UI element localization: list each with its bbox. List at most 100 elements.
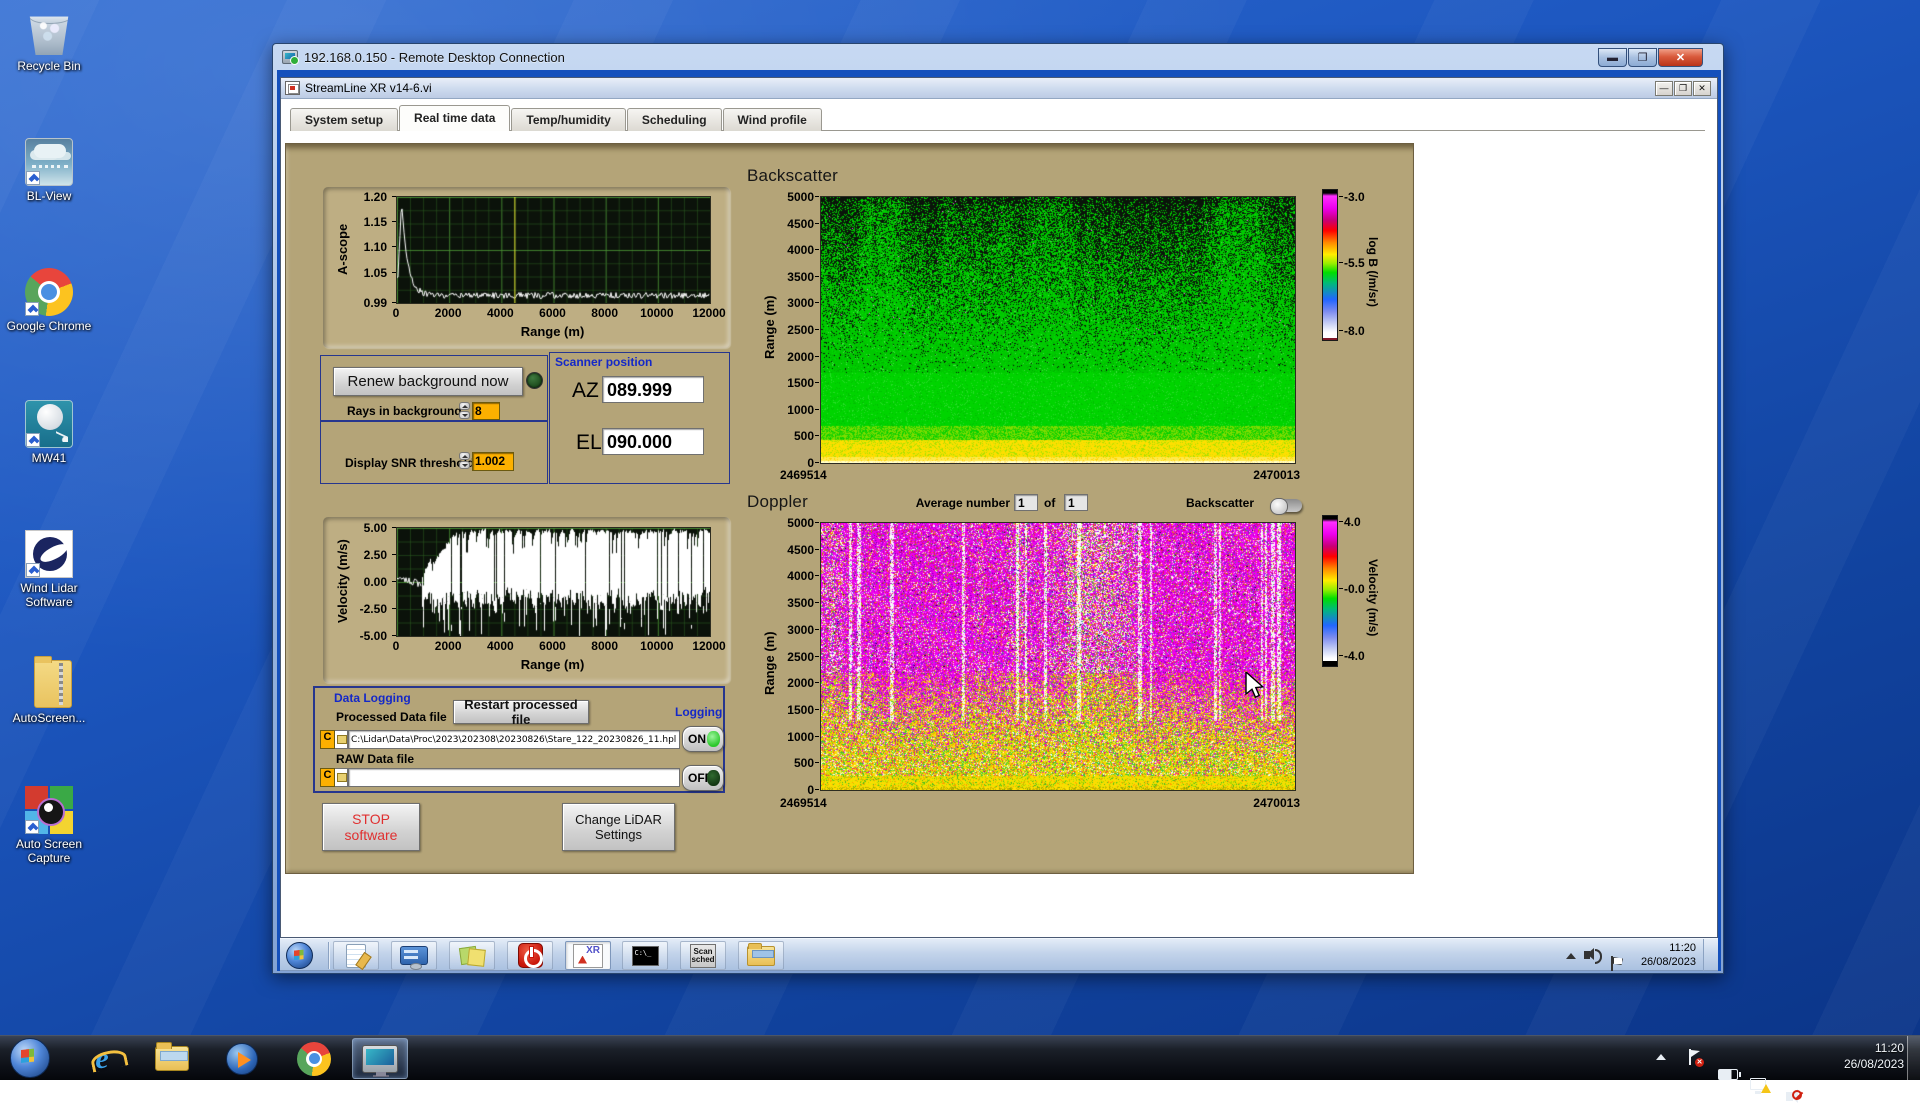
vi-client-area: System setupReal time dataTemp/humidityS… bbox=[281, 99, 1717, 937]
remote-taskbar-file-explorer[interactable] bbox=[738, 941, 784, 970]
el-label: EL bbox=[576, 431, 602, 455]
streamline-window: StreamLine XR v14-6.vi — ❐ ✕ System setu… bbox=[280, 77, 1718, 938]
remote-tray-expand-icon[interactable] bbox=[1566, 953, 1576, 959]
remote-taskbar-scan-scheduler[interactable]: Scan sched bbox=[680, 941, 726, 970]
tick-mark bbox=[815, 549, 819, 550]
backscatter-x-end: 2470013 bbox=[1200, 468, 1300, 482]
processed-browse-icon[interactable] bbox=[335, 730, 348, 749]
az-value-field[interactable]: 089.999 bbox=[602, 376, 704, 403]
restart-processed-file-button[interactable]: Restart processed file bbox=[453, 700, 589, 724]
desktop-icon-wind-lidar-software[interactable]: Wind Lidar Software bbox=[6, 530, 92, 610]
start-button[interactable] bbox=[10, 1038, 50, 1078]
remote-taskbar-power-off[interactable] bbox=[507, 941, 553, 970]
volume-muted-icon[interactable] bbox=[1786, 1092, 1793, 1101]
shortcut-arrow-icon bbox=[26, 563, 40, 577]
tab-temp-humidity[interactable]: Temp/humidity bbox=[511, 108, 625, 131]
restore-button[interactable]: ❐ bbox=[1674, 81, 1692, 96]
settings-line1: Change LiDAR bbox=[575, 812, 662, 827]
axis-tick: 1000 bbox=[770, 730, 814, 744]
shortcut-arrow-icon bbox=[25, 302, 39, 316]
doppler-heatmap-block: Range (m) 2469514 2470013 Velocity (m/s)… bbox=[732, 513, 1397, 813]
taskbar-google-chrome[interactable] bbox=[286, 1038, 342, 1079]
snr-threshold-label: Display SNR threshold bbox=[345, 456, 474, 470]
processed-path-field[interactable]: C:\Lidar\Data\Proc\2023\202308\20230826\… bbox=[348, 730, 680, 749]
sticky-notes-icon bbox=[460, 945, 484, 967]
streamline-titlebar[interactable]: StreamLine XR v14-6.vi bbox=[281, 78, 1717, 99]
taskbar-file-explorer[interactable] bbox=[144, 1038, 200, 1079]
backscatter-section-title: Backscatter bbox=[747, 166, 838, 186]
action-center-icon[interactable]: ✕ bbox=[1688, 1049, 1700, 1065]
axis-tick: 1000 bbox=[770, 403, 814, 417]
velocity-chart: Velocity (m/s) Range (m) 5.002.500.00-2.… bbox=[323, 517, 730, 683]
raw-logging-off-button[interactable]: OFF bbox=[682, 765, 724, 791]
el-value-field[interactable]: 090.000 bbox=[602, 428, 704, 455]
processed-drive-box[interactable]: C bbox=[320, 730, 335, 749]
renew-background-button[interactable]: Renew background now bbox=[333, 367, 523, 396]
raw-browse-icon[interactable] bbox=[335, 768, 348, 787]
close-button[interactable]: ✕ bbox=[1658, 48, 1703, 67]
remote-taskbar-sticky-notes[interactable] bbox=[449, 941, 495, 970]
remote-taskbar-streamline-xr[interactable]: XR bbox=[565, 941, 611, 970]
desktop-icon-recycle-bin[interactable]: Recycle Bin bbox=[6, 8, 92, 74]
remote-show-desktop-button[interactable] bbox=[1703, 939, 1718, 971]
remote-action-center-icon[interactable] bbox=[1610, 956, 1621, 971]
remote-taskbar-display-settings[interactable] bbox=[391, 941, 437, 970]
raw-drive-box[interactable]: C bbox=[320, 768, 335, 787]
snr-spinner[interactable] bbox=[459, 452, 470, 470]
raw-path-field[interactable] bbox=[348, 768, 680, 787]
desktop-icon-label: AutoScreen... bbox=[6, 712, 92, 726]
tab-scheduling[interactable]: Scheduling bbox=[627, 108, 722, 131]
scanner-position-title: Scanner position bbox=[555, 355, 652, 369]
desktop-icon-auto-screen-capture[interactable]: Auto Screen Capture bbox=[6, 786, 92, 866]
minimize-button[interactable]: ▬ bbox=[1598, 48, 1627, 67]
scan-scheduler-icon: Scan sched bbox=[690, 944, 716, 968]
tick-mark bbox=[815, 736, 819, 737]
stop-software-button[interactable]: STOP software bbox=[322, 803, 420, 851]
rdp-window-title: 192.168.0.150 - Remote Desktop Connectio… bbox=[304, 50, 565, 65]
axis-tick: 4500 bbox=[770, 217, 814, 231]
colorbar-tick: -4.0 bbox=[1344, 649, 1365, 663]
tab-system-setup[interactable]: System setup bbox=[290, 108, 398, 131]
taskbar-remote-desktop[interactable] bbox=[352, 1038, 408, 1079]
velocity-x-axis-label: Range (m) bbox=[396, 657, 709, 672]
tick-mark bbox=[1339, 262, 1343, 263]
tick-mark bbox=[1339, 521, 1343, 522]
remote-taskbar: XR C:\_ Scan sched 11:20 26/08/2023 bbox=[280, 938, 1718, 971]
axis-tick: 3000 bbox=[770, 623, 814, 637]
remote-clock[interactable]: 11:20 26/08/2023 bbox=[1626, 942, 1696, 970]
tab-wind-profile[interactable]: Wind profile bbox=[723, 108, 822, 131]
notepad-icon bbox=[346, 944, 366, 968]
rays-value-field[interactable]: 8 bbox=[472, 402, 500, 420]
taskbar-internet-explorer[interactable]: e bbox=[74, 1038, 130, 1079]
google-chrome-icon bbox=[25, 268, 73, 316]
remote-start-button[interactable] bbox=[286, 942, 313, 969]
taskbar-separator bbox=[328, 942, 329, 969]
rays-spinner[interactable] bbox=[459, 402, 470, 420]
tab-real-time-data[interactable]: Real time data bbox=[399, 105, 510, 131]
show-desktop-button[interactable] bbox=[1907, 1036, 1920, 1081]
rdp-titlebar[interactable]: 192.168.0.150 - Remote Desktop Connectio… bbox=[273, 44, 1723, 70]
remote-volume-icon[interactable] bbox=[1584, 951, 1590, 959]
backscatter-toggle[interactable] bbox=[1270, 499, 1302, 512]
desktop-icon-bl-view[interactable]: BL-View bbox=[6, 138, 92, 204]
axis-tick: 4000 bbox=[476, 639, 524, 653]
processed-logging-on-button[interactable]: ON bbox=[682, 726, 724, 752]
battery-icon[interactable] bbox=[1718, 1069, 1738, 1080]
desktop-icon-mw41[interactable]: MW41 bbox=[6, 400, 92, 466]
taskbar-media-player[interactable] bbox=[214, 1038, 270, 1079]
clock[interactable]: 11:20 26/08/2023 bbox=[1812, 1041, 1904, 1072]
close-button[interactable]: ✕ bbox=[1693, 81, 1711, 96]
average-total-field[interactable]: 1 bbox=[1064, 494, 1088, 511]
snr-value-field[interactable]: 1.002 bbox=[472, 452, 514, 471]
axis-tick: 2500 bbox=[770, 650, 814, 664]
tick-mark bbox=[815, 522, 819, 523]
desktop-icon-google-chrome[interactable]: Google Chrome bbox=[6, 268, 92, 334]
minimize-button[interactable]: — bbox=[1655, 81, 1673, 96]
change-lidar-settings-button[interactable]: Change LiDAR Settings bbox=[562, 803, 675, 851]
remote-taskbar-command-prompt[interactable]: C:\_ bbox=[622, 941, 668, 970]
remote-taskbar-notepad[interactable] bbox=[333, 941, 379, 970]
maximize-button[interactable]: ❐ bbox=[1628, 48, 1657, 67]
desktop-icon-autoscreen[interactable]: AutoScreen... bbox=[6, 658, 92, 726]
average-number-field[interactable]: 1 bbox=[1014, 494, 1038, 511]
tray-expand-icon[interactable] bbox=[1656, 1054, 1666, 1060]
